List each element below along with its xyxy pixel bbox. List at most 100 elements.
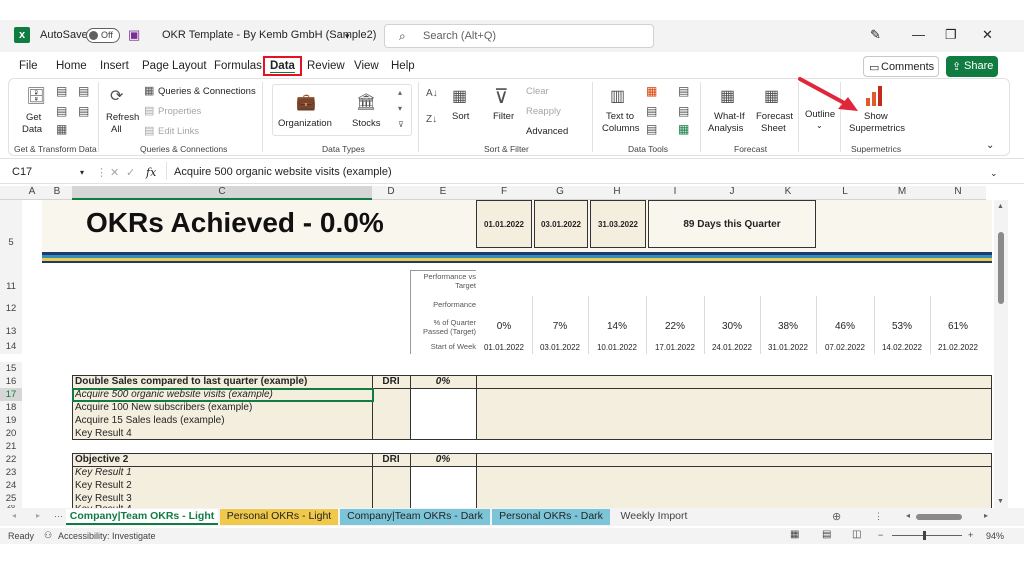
zoom-out-icon[interactable]: − xyxy=(878,530,883,540)
organization-button[interactable]: Organization xyxy=(278,118,332,129)
from-text-icon[interactable]: ▤ xyxy=(56,84,67,98)
flash-fill-icon[interactable]: ▦ xyxy=(646,84,657,98)
formula-input[interactable]: Acquire 500 organic website visits (exam… xyxy=(174,166,392,178)
sort-az-icon[interactable]: A↓ xyxy=(426,88,438,99)
tab-help[interactable]: Help xyxy=(391,60,415,72)
objective2-title[interactable]: Objective 2 xyxy=(75,454,128,465)
row-header-12[interactable]: 12 xyxy=(0,296,22,314)
forecast-sheet-label2[interactable]: Sheet xyxy=(761,123,786,134)
edit-links-button[interactable]: Edit Links xyxy=(158,126,199,137)
save-icon[interactable]: ▣ xyxy=(128,27,140,43)
prev-sheet-icon[interactable]: ◂ xyxy=(12,511,16,520)
col-header-i[interactable]: I xyxy=(646,186,704,200)
tab-home[interactable]: Home xyxy=(56,60,87,72)
text-to-columns-button[interactable]: Text to xyxy=(606,111,634,122)
sheet-tab-company-dark[interactable]: Company|Team OKRs - Dark xyxy=(340,509,490,525)
reapply-button[interactable]: Reapply xyxy=(526,106,561,117)
refresh-all-label2[interactable]: All xyxy=(111,124,122,135)
horizontal-scroll-thumb[interactable] xyxy=(916,514,962,520)
tab-file[interactable]: File xyxy=(19,60,38,72)
row-header-17[interactable]: 17 xyxy=(0,388,22,401)
tab-review[interactable]: Review xyxy=(307,60,345,72)
row-header-13[interactable]: 13 xyxy=(0,314,22,340)
expand-formula-icon[interactable]: ⌄ xyxy=(990,168,998,179)
what-if-label2[interactable]: Analysis xyxy=(708,123,743,134)
col-header-l[interactable]: L xyxy=(816,186,874,200)
get-data-label2[interactable]: Data xyxy=(22,124,42,135)
objective1-title[interactable]: Double Sales compared to last quarter (e… xyxy=(75,376,307,387)
more-options-icon[interactable]: ⋮ xyxy=(874,511,883,522)
remove-duplicates-icon[interactable]: ▤ xyxy=(646,104,657,118)
tab-view[interactable]: View xyxy=(354,60,379,72)
collapse-ribbon-icon[interactable]: ⌄ xyxy=(986,140,994,151)
row-header-11[interactable]: 11 xyxy=(0,270,22,296)
tab-data[interactable]: Data xyxy=(263,56,302,76)
sheet-tab-company-light[interactable]: Company|Team OKRs - Light xyxy=(66,509,218,525)
row-header-22[interactable]: 22 xyxy=(0,453,22,466)
page-break-view-icon[interactable]: ◫ xyxy=(852,529,861,540)
show-supermetrics-button[interactable]: Show xyxy=(864,111,888,122)
recent-sources-icon[interactable]: ▤ xyxy=(78,104,89,118)
o2-key-result-2[interactable]: Key Result 2 xyxy=(75,480,132,491)
row-header-20[interactable]: 20 xyxy=(0,427,22,440)
check-icon[interactable]: ✓ xyxy=(126,166,135,179)
zoom-slider-thumb[interactable] xyxy=(923,531,926,540)
consolidate-icon[interactable]: ▤ xyxy=(678,84,689,98)
col-header-k[interactable]: K xyxy=(760,186,816,200)
col-header-e[interactable]: E xyxy=(410,186,476,200)
properties-button[interactable]: Properties xyxy=(158,106,201,117)
relationships-icon[interactable]: ▤ xyxy=(678,104,689,118)
what-if-button[interactable]: What-If xyxy=(714,111,745,122)
comments-button[interactable]: ▭ Comments xyxy=(863,56,939,77)
key-result-3[interactable]: Acquire 15 Sales leads (example) xyxy=(75,415,225,426)
share-button[interactable]: ⇪ Share xyxy=(946,56,998,77)
scroll-right-icon[interactable]: ▸ xyxy=(984,511,988,520)
vertical-scroll-thumb[interactable] xyxy=(998,232,1004,304)
o2-key-result-3[interactable]: Key Result 3 xyxy=(75,493,132,504)
scroll-down-icon[interactable]: ▼ xyxy=(997,498,1004,505)
col-header-m[interactable]: M xyxy=(874,186,930,200)
clear-button[interactable]: Clear xyxy=(526,86,549,97)
pen-icon[interactable]: ✎ xyxy=(870,27,881,43)
tab-formulas[interactable]: Formulas xyxy=(214,60,262,72)
row-header-16[interactable]: 16 xyxy=(0,375,22,388)
key-result-1[interactable]: Acquire 500 organic website visits (exam… xyxy=(75,389,273,400)
chevron-down-icon[interactable]: ⌄ xyxy=(816,121,823,130)
search-box[interactable]: ⌕ Search (Alt+Q) xyxy=(384,24,654,48)
gallery-up-icon[interactable]: ▴ xyxy=(398,88,402,97)
tab-insert[interactable]: Insert xyxy=(100,60,129,72)
gallery-down-icon[interactable]: ▾ xyxy=(398,104,402,113)
advanced-button[interactable]: Advanced xyxy=(526,126,568,137)
close-icon[interactable]: ✕ xyxy=(982,27,993,43)
text-to-columns-label2[interactable]: Columns xyxy=(602,123,640,134)
sheet-tab-weekly-import[interactable]: Weekly Import xyxy=(612,509,696,525)
get-data-button[interactable]: Get xyxy=(26,112,41,123)
row-header-15[interactable]: 15 xyxy=(0,362,22,375)
page-layout-view-icon[interactable]: ▤ xyxy=(822,529,831,540)
row-header-25[interactable]: 25 xyxy=(0,492,22,505)
from-web-icon[interactable]: ▤ xyxy=(78,84,89,98)
row-header-21[interactable]: 21 xyxy=(0,440,22,453)
col-header-a[interactable]: A xyxy=(22,186,42,200)
col-header-h[interactable]: H xyxy=(588,186,646,200)
zoom-in-icon[interactable]: + xyxy=(968,530,973,540)
accessibility-icon[interactable]: ⚇ xyxy=(44,530,52,541)
data-model-icon[interactable]: ▦ xyxy=(678,122,689,136)
key-result-2[interactable]: Acquire 100 New subscribers (example) xyxy=(75,402,252,413)
zoom-slider[interactable] xyxy=(892,535,962,536)
row-header-14[interactable]: 14 xyxy=(0,340,22,354)
minimize-icon[interactable]: — xyxy=(912,27,925,42)
scroll-up-icon[interactable]: ▲ xyxy=(997,203,1004,210)
more-sheets-icon[interactable]: ⋯ xyxy=(54,511,63,522)
sort-za-icon[interactable]: Z↓ xyxy=(426,114,437,125)
col-header-g[interactable]: G xyxy=(532,186,588,200)
col-header-b[interactable]: B xyxy=(42,186,72,200)
select-all[interactable] xyxy=(0,186,22,200)
col-header-j[interactable]: J xyxy=(704,186,760,200)
col-header-d[interactable]: D xyxy=(372,186,410,200)
row-header-24[interactable]: 24 xyxy=(0,479,22,492)
refresh-all-button[interactable]: Refresh xyxy=(106,112,139,123)
sheet-tab-personal-light[interactable]: Personal OKRs - Light xyxy=(220,509,338,525)
from-table-icon[interactable]: ▤ xyxy=(56,104,67,118)
restore-icon[interactable]: ❐ xyxy=(945,27,957,43)
